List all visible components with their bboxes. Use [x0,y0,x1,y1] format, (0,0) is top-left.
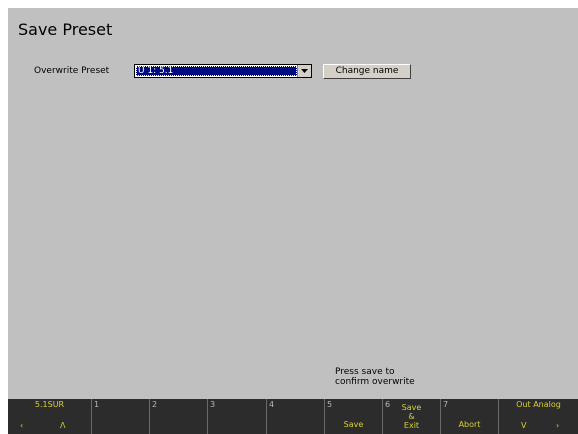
overwrite-preset-label: Overwrite Preset [34,66,110,76]
up-arrow-icon[interactable]: Λ [60,421,65,430]
abort-label: Abort [458,420,481,429]
softkey-1[interactable]: 1 [92,399,150,434]
prev-arrow-icon[interactable]: ‹ [20,421,23,430]
softkey-5-number: 5 [327,400,333,409]
save-exit-line-3: Exit [403,421,420,430]
softkey-output-analog[interactable]: Out Analog V › [499,399,578,434]
selected-preset-value: U 1: 5.1 [136,66,297,76]
softkey-save[interactable]: 5 Save [325,399,383,434]
softkey-2[interactable]: 2 [150,399,208,434]
softkey-abort[interactable]: 7 Abort [441,399,499,434]
save-exit-line-2: & [408,412,415,421]
save-exit-line-1: Save [401,403,422,412]
preset-screen: Save Preset Overwrite Preset U 1: 5.1 Ch… [8,8,578,434]
softkey-bar: 5.1SUR ‹ Λ 1 2 3 4 5 Save 6 Save & Exit … [8,399,578,434]
surround-mode-label: 5.1SUR [34,400,65,409]
output-analog-label: Out Analog [516,400,561,409]
softkey-4-number: 4 [269,400,275,409]
overwrite-preset-dropdown[interactable]: U 1: 5.1 [134,64,312,78]
softkey-3[interactable]: 3 [208,399,267,434]
softkey-2-number: 2 [152,400,158,409]
down-arrow-icon[interactable]: V [521,421,526,430]
next-arrow-icon[interactable]: › [556,421,559,430]
page-title: Save Preset [18,20,113,39]
softkey-3-number: 3 [210,400,216,409]
change-name-button[interactable]: Change name [323,64,411,79]
softkey-surround-mode[interactable]: 5.1SUR ‹ Λ [8,399,92,434]
save-hint-line-1: Press save to [335,367,395,377]
dropdown-arrow-icon[interactable] [297,65,311,77]
softkey-save-and-exit[interactable]: 6 Save & Exit [383,399,441,434]
save-hint: Press save to confirm overwrite [335,367,415,387]
save-label: Save [343,420,364,429]
save-hint-line-2: confirm overwrite [335,377,415,387]
softkey-1-number: 1 [94,400,100,409]
softkey-4[interactable]: 4 [267,399,325,434]
softkey-7-number: 7 [443,400,449,409]
